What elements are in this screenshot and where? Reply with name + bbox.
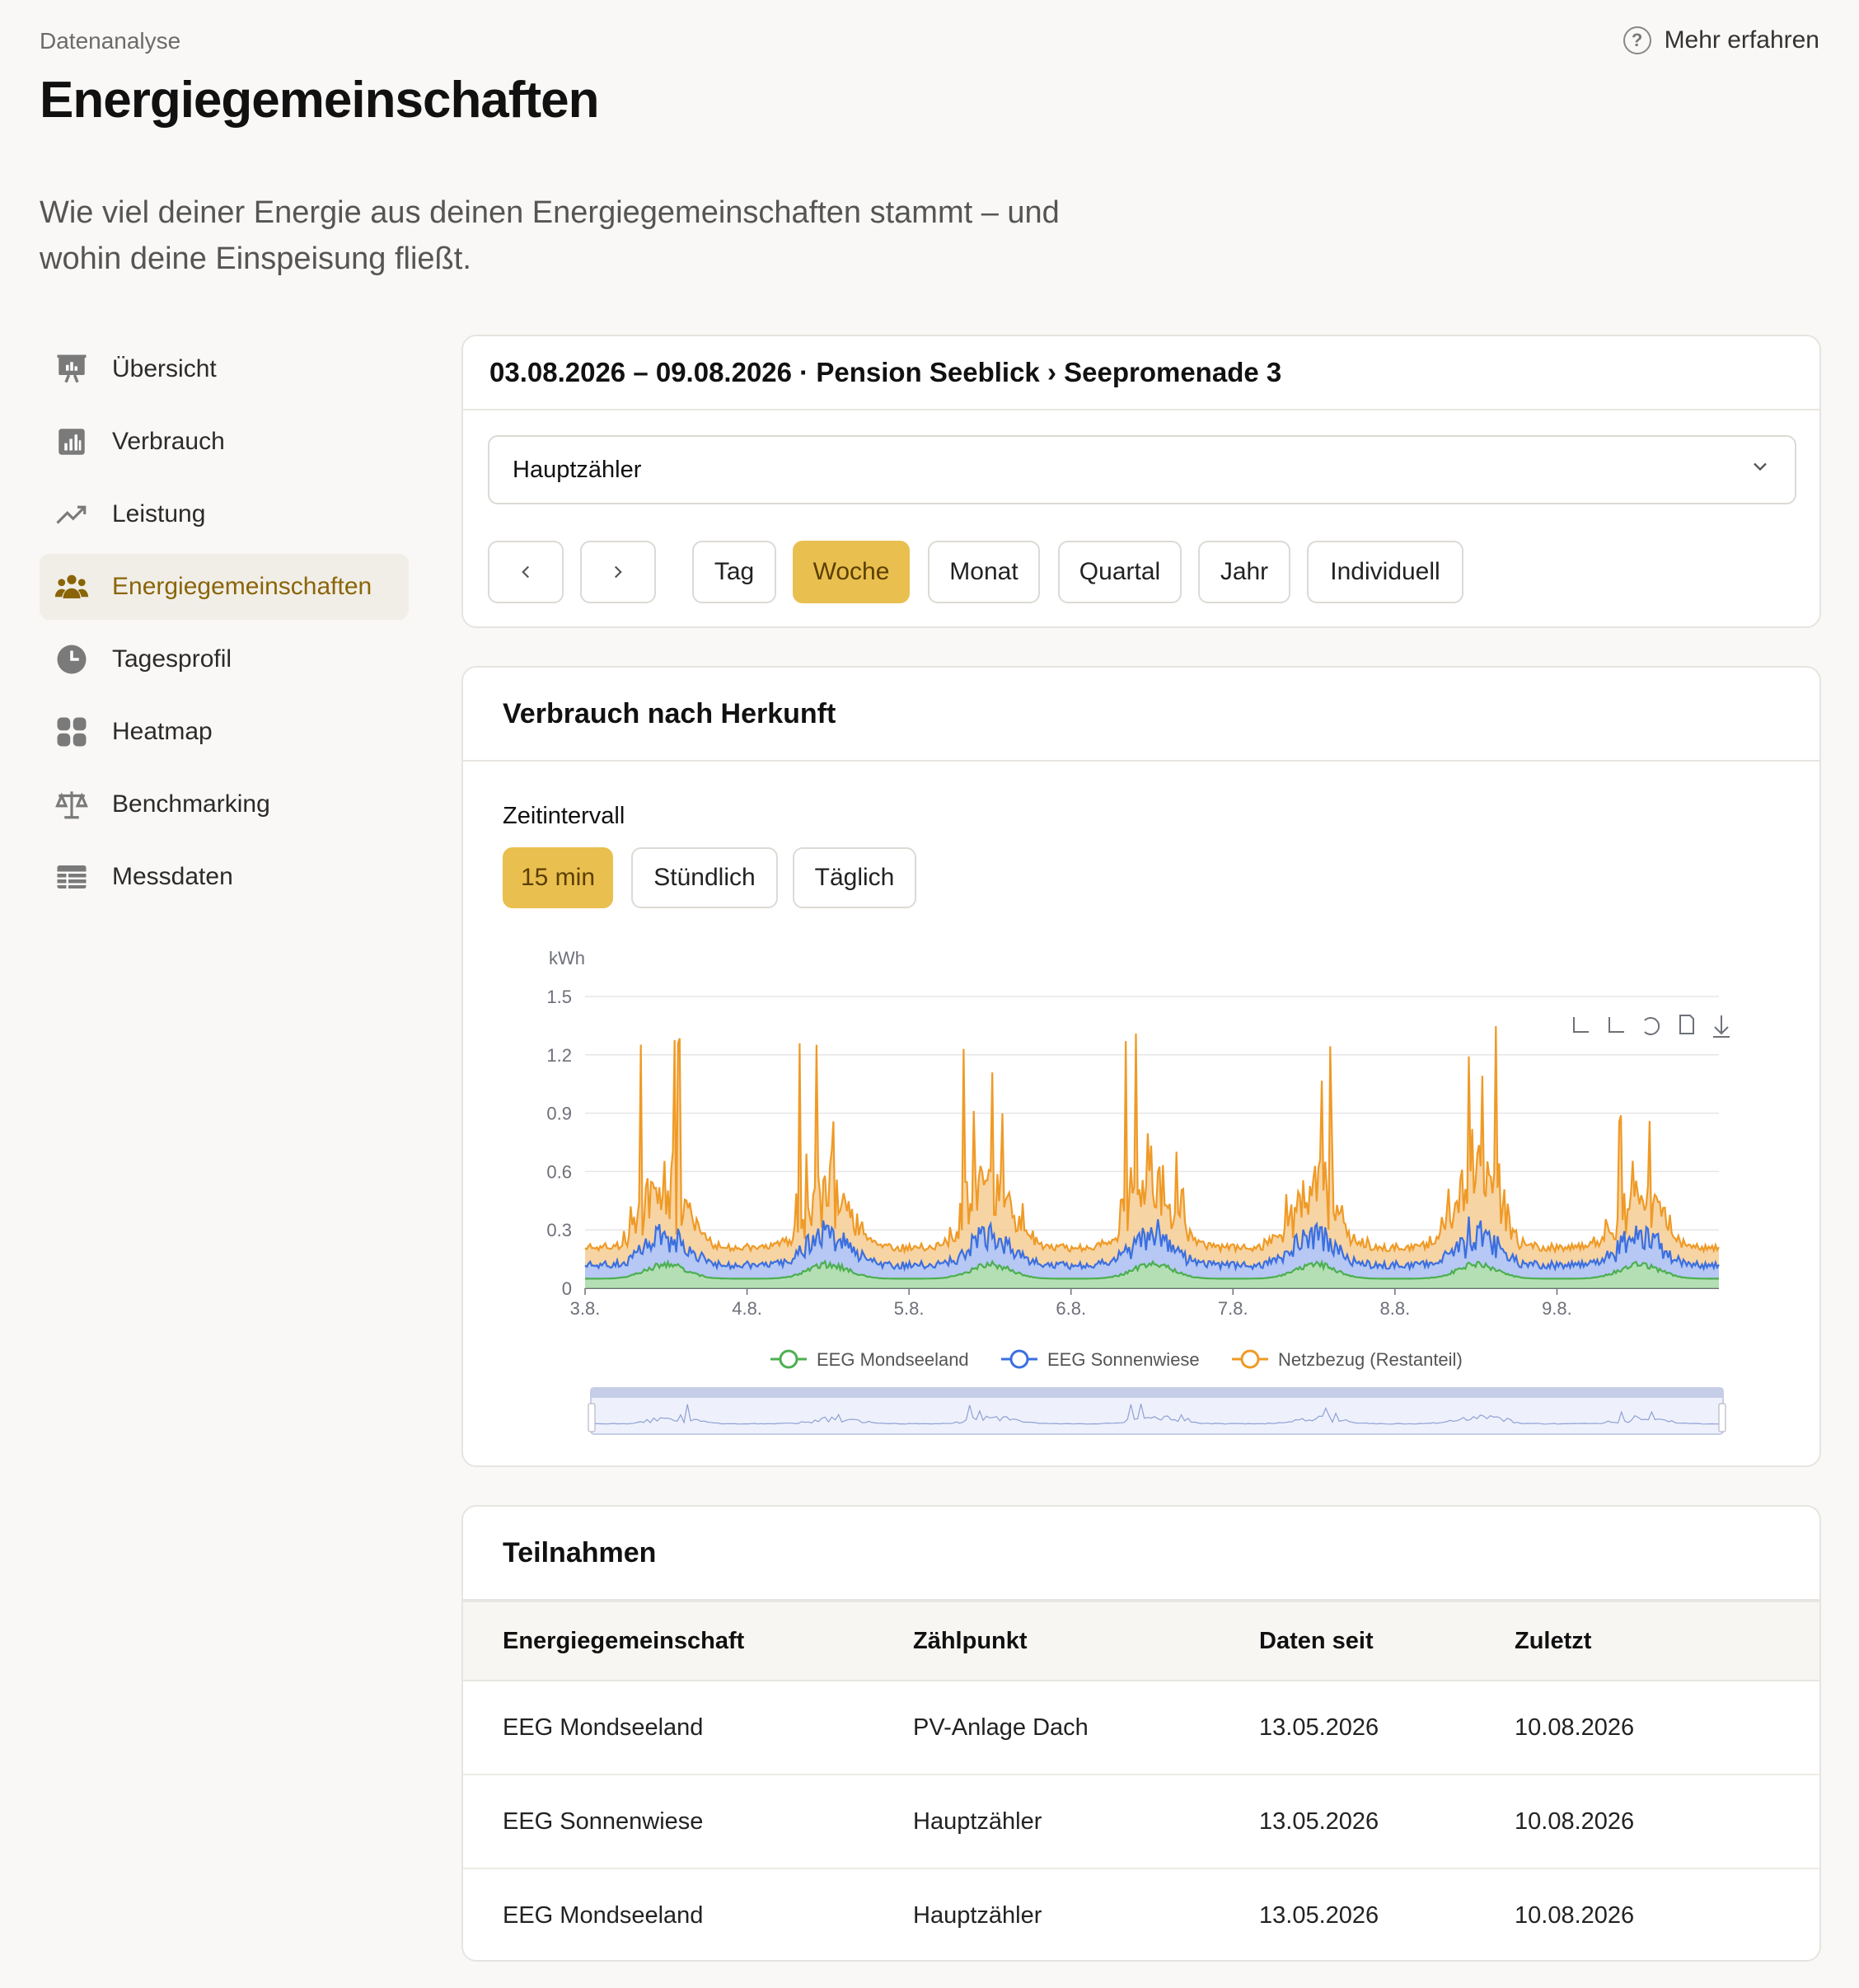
period-quartal-button[interactable]: Quartal <box>1058 541 1182 603</box>
sidebar-item-label: Übersicht <box>112 355 217 382</box>
grid-icon <box>54 715 89 749</box>
previous-period-button[interactable] <box>488 541 564 603</box>
x-tick-label: 9.8. <box>1542 1298 1572 1319</box>
sidebar-item-leistung[interactable]: Leistung <box>40 481 409 547</box>
table-row: EEG Mondseeland PV-Anlage Dach 13.05.202… <box>463 1681 1819 1775</box>
sidebar-item-verbrauch[interactable]: Verbrauch <box>40 409 409 475</box>
zoom-reset-icon <box>1608 1017 1624 1033</box>
x-tick-label: 4.8. <box>732 1298 762 1319</box>
stacked-area-chart: 0 0.3 0.6 0.9 1.2 1.5 kWh 3.8. 4.8. 5.8. 6.8. 7.8. 8… <box>546 948 1730 1435</box>
restore-icon <box>1644 1017 1660 1035</box>
sidebar-item-energiegemeinschaften[interactable]: Energiegemeinschaften <box>40 554 409 620</box>
sidebar-item-tagesprofil[interactable]: Tagesprofil <box>40 626 409 692</box>
data-zoom-bar <box>591 1388 1723 1398</box>
x-tick-label: 8.8. <box>1380 1298 1411 1319</box>
table-icon <box>54 860 89 894</box>
column-header: Zählpunkt <box>913 1601 1259 1681</box>
period-individuell-button[interactable]: Individuell <box>1307 541 1463 603</box>
sidebar-item-label: Messdaten <box>112 863 233 890</box>
participations-table: Energiegemeinschaft Zählpunkt Daten seit… <box>463 1601 1819 1960</box>
participations-card: Teilnahmen Energiegemeinschaft Zählpunkt… <box>461 1505 1821 1962</box>
y-tick-label: 1.2 <box>546 1045 572 1066</box>
sidebar-item-heatmap[interactable]: Heatmap <box>40 699 409 765</box>
bar-chart-icon <box>54 424 89 459</box>
data-zoom-handle-right <box>1718 1403 1726 1432</box>
x-tick-label: 6.8. <box>1056 1298 1086 1319</box>
table-cell: 13.05.2026 <box>1259 1902 1379 1929</box>
legend-label: EEG Mondseeland <box>817 1349 969 1370</box>
table-cell: 10.08.2026 <box>1515 1681 1819 1775</box>
table-header-row: Energiegemeinschaft Zählpunkt Daten seit… <box>463 1601 1819 1681</box>
clock-icon <box>54 642 89 677</box>
x-tick-label: 7.8. <box>1218 1298 1248 1319</box>
chart-card: Verbrauch nach Herkunft Zeitintervall 15… <box>461 666 1821 1467</box>
y-tick-label: 0.3 <box>546 1220 572 1240</box>
column-header: Daten seit <box>1259 1601 1515 1681</box>
meter-select-value: Hauptzähler <box>513 456 642 483</box>
legend-marker <box>1240 1349 1260 1369</box>
table-cell: Hauptzähler <box>913 1775 1259 1869</box>
legend-label: Netzbezug (Restanteil) <box>1278 1349 1463 1370</box>
table-cell: EEG Sonnenwiese <box>463 1775 913 1869</box>
page-subtitle: Wie viel deiner Energie aus deinen Energ… <box>40 195 1060 276</box>
participations-title: Teilnahmen <box>463 1507 1819 1601</box>
period-tag-button[interactable]: Tag <box>692 541 776 603</box>
meter-select[interactable]: Hauptzähler <box>488 435 1796 504</box>
y-tick-label: 1.5 <box>546 987 572 1007</box>
filter-heading: 03.08.2026 – 09.08.2026 · Pension Seebli… <box>463 336 1819 410</box>
filter-card: 03.08.2026 – 09.08.2026 · Pension Seebli… <box>461 335 1821 628</box>
x-tick-label: 5.8. <box>894 1298 925 1319</box>
next-period-button[interactable] <box>580 541 656 603</box>
column-header: Zuletzt <box>1515 1601 1819 1681</box>
sidebar-item-benchmarking[interactable]: Benchmarking <box>40 771 409 837</box>
table-cell: 13.05.2026 <box>1259 1681 1515 1775</box>
table-row: EEG Sonnenwiese Hauptzähler 13.05.2026 1… <box>463 1775 1819 1869</box>
y-tick-label: 0.6 <box>546 1161 572 1182</box>
help-circle-icon: ? <box>1623 26 1651 54</box>
learn-more-link[interactable]: ? Mehr erfahren <box>1623 26 1819 54</box>
table-cell: Hauptzähler <box>913 1902 1042 1929</box>
table-cell: EEG Mondseeland <box>503 1902 704 1929</box>
breadcrumb: Datenanalyse <box>40 28 181 54</box>
download-icon <box>1713 1015 1730 1038</box>
y-axis-title: kWh <box>549 948 585 968</box>
legend-marker <box>1009 1349 1029 1369</box>
column-header: Energiegemeinschaft <box>463 1601 913 1681</box>
chevron-right-icon <box>614 565 622 579</box>
data-zoom-handle-left <box>588 1403 596 1432</box>
sidebar-item-label: Leistung <box>112 500 206 527</box>
sidebar-item-label: Energiegemeinschaften <box>112 573 372 600</box>
sidebar-item-label: Benchmarking <box>112 790 270 818</box>
period-woche-button[interactable]: Woche <box>793 541 910 603</box>
table-row: EEG Mondseeland Hauptzähler 13.05.2026 1… <box>463 1868 1819 1960</box>
period-jahr-button[interactable]: Jahr <box>1198 541 1290 603</box>
data-view-icon <box>1679 1015 1694 1034</box>
sidebar-item-messdaten[interactable]: Messdaten <box>40 844 409 910</box>
table-cell: 10.08.2026 <box>1515 1902 1635 1929</box>
chevron-down-icon <box>1749 455 1772 485</box>
sidebar-item-label: Heatmap <box>112 718 213 745</box>
sidebar-item-label: Tagesprofil <box>112 645 232 673</box>
table-cell: 13.05.2026 <box>1259 1775 1515 1869</box>
legend-label: EEG Sonnenwiese <box>1047 1349 1200 1370</box>
learn-more-label: Mehr erfahren <box>1664 26 1819 54</box>
scale-icon <box>54 787 89 822</box>
sidebar-item-label: Verbrauch <box>112 428 225 455</box>
presentation-chart-icon <box>54 352 89 387</box>
sidebar-item-uebersicht[interactable]: Übersicht <box>40 336 409 402</box>
page-title: Energiegemeinschaften <box>40 72 599 129</box>
x-tick-label: 3.8. <box>570 1298 601 1319</box>
users-group-icon <box>54 570 89 604</box>
table-cell: PV-Anlage Dach <box>913 1681 1259 1775</box>
legend-marker <box>779 1349 798 1369</box>
sidebar-nav: Übersicht Verbrauch Leistung Energiegeme… <box>40 336 409 917</box>
table-cell: 10.08.2026 <box>1515 1775 1819 1869</box>
trend-up-icon <box>54 497 89 532</box>
chevron-left-icon <box>522 565 530 579</box>
table-cell: EEG Mondseeland <box>463 1681 913 1775</box>
y-tick-label: 0.9 <box>546 1104 572 1124</box>
y-tick-label: 0 <box>562 1278 572 1299</box>
period-monat-button[interactable]: Monat <box>928 541 1040 603</box>
zoom-area-icon <box>1573 1017 1589 1033</box>
